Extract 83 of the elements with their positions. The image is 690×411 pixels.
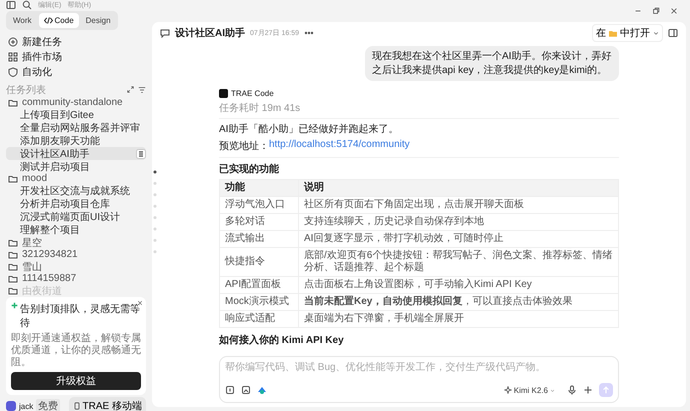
folder-item[interactable]: mood	[6, 173, 146, 184]
folder-item[interactable]: 3212934821	[6, 249, 146, 260]
table-cell: Mock演示模式	[220, 294, 298, 310]
table-cell: 多轮对话	[220, 214, 298, 230]
preview-label: 预览地址：	[219, 140, 269, 153]
sparkle-icon	[11, 302, 18, 309]
model-selector[interactable]: Kimi K2.6	[498, 384, 561, 396]
mobile-app-button[interactable]: TRAE 移动端	[68, 397, 146, 411]
table-cell: 快捷指令	[220, 248, 298, 276]
task-item[interactable]: 全量启动网站服务器并评审	[6, 121, 146, 134]
table-header: 说明	[298, 180, 618, 196]
plus-circle-icon	[8, 36, 18, 46]
section-title: 任务列表	[6, 84, 46, 97]
chat-title: 设计社区AI助手	[175, 26, 245, 40]
folder-item[interactable]: 星空	[6, 236, 146, 249]
sparkle-icon	[504, 386, 512, 394]
task-item[interactable]: 测试并启动项目	[6, 160, 146, 173]
table-cell: 支持连续聊天，历史记录自动保存到本地	[298, 214, 618, 230]
filter-icon	[138, 86, 146, 94]
plan-badge: 免费	[36, 399, 60, 411]
promo-title: 告别封顶排队，灵感无需等待	[20, 302, 141, 330]
task-item[interactable]: 分析并启动项目仓库	[6, 197, 146, 210]
table-cell: 当前未配置Key，自动使用模拟回复，可以直接点击体验效果	[298, 294, 618, 310]
chat-icon	[160, 28, 170, 38]
nav-item[interactable]: 自动化	[6, 64, 146, 79]
close-icon	[670, 7, 678, 15]
folder-item[interactable]: community-standalone	[6, 97, 146, 108]
table-header: 功能	[220, 180, 298, 196]
panel-icon	[668, 28, 678, 38]
folder-icon	[8, 174, 18, 184]
folder-icon	[8, 98, 18, 108]
shield-icon	[8, 66, 18, 76]
table-cell: 底部/欢迎页有6个快捷按钮：帮我写帖子、润色文案、推荐标签、情绪分析、话题推荐、起个标题	[298, 248, 618, 276]
task-item[interactable]: 上传项目到Gitee	[6, 108, 146, 121]
arrow-up-icon	[602, 386, 610, 394]
nav-item[interactable]: 新建任务	[6, 34, 146, 49]
upgrade-button[interactable]: 升级权益	[11, 372, 141, 390]
table-cell: 浮动气泡入口	[220, 196, 298, 214]
agent-logo-icon	[219, 89, 228, 98]
promo-text: 即刻开通速通权益，解锁专属优质通道，让你的灵感畅通无阻。	[11, 333, 141, 369]
folder-item[interactable]: 1114159887	[6, 273, 146, 284]
table-cell: 流式输出	[220, 230, 298, 248]
task-item[interactable]: 设计社区AI助手	[6, 147, 146, 160]
folder-icon	[609, 30, 617, 36]
table-cell: 点击面板右上角设置图标，可手动输入Kimi API Key	[298, 276, 618, 294]
table-cell: API配置面板	[220, 276, 298, 294]
search-icon	[22, 0, 32, 10]
grid-icon	[8, 52, 18, 62]
table-cell: AI回复逐字显示，带打字机动效，可随时停止	[298, 230, 618, 248]
open-in-button[interactable]: 在 中打开	[592, 24, 663, 42]
code-icon	[44, 17, 53, 24]
restore-icon	[652, 7, 660, 15]
task-item[interactable]: 添加朋友聊天功能	[6, 134, 146, 147]
table-cell: 响应式适配	[220, 310, 298, 328]
microphone-icon	[567, 385, 577, 395]
agent-name: TRAE Code	[231, 89, 274, 98]
summary-text: AI助手「酷小助」已经做好并跑起来了。	[219, 122, 400, 136]
attach-icon	[225, 385, 235, 395]
chevron-down-icon	[653, 30, 659, 36]
task-item[interactable]: 理解整个项目	[6, 223, 146, 236]
task-item[interactable]: 沉浸式前端页面UI设计	[6, 210, 146, 223]
preview-link[interactable]: http://localhost:5174/community	[269, 139, 410, 153]
sidebar-toggle-icon	[6, 0, 16, 10]
list-icon	[136, 148, 146, 158]
expand-icon	[127, 86, 134, 93]
close-icon	[137, 300, 143, 306]
avatar-icon	[6, 401, 16, 411]
user-message: 现在我想在这个社区里弄一个AI助手。你来设计，弄好之后让我来提供api key，注意我提供的key是kimi的。	[365, 46, 619, 81]
plus-icon	[583, 385, 593, 395]
mode-tab[interactable]: Work	[8, 13, 37, 28]
section-heading: 已实现的功能	[219, 162, 280, 176]
section-heading: 如何接入你的 Kimi API Key	[219, 334, 345, 347]
phone-icon	[72, 402, 81, 410]
nav-item[interactable]: 插件市场	[6, 49, 146, 64]
mode-tab[interactable]: Design	[80, 13, 116, 28]
table-cell: 社区所有页面右下角固定出现，点击展开聊天面板	[298, 196, 618, 214]
mode-tab[interactable]: Code	[38, 13, 79, 28]
folder-item[interactable]: 雪山	[6, 260, 146, 273]
image-icon	[241, 385, 251, 395]
table-cell: 桌面端为右下弹窗，手机端全屏展开	[298, 310, 618, 328]
logo-icon[interactable]	[257, 385, 267, 395]
task-item[interactable]: 开发社区交流与成就系统	[6, 184, 146, 197]
user-name: jack	[19, 402, 34, 410]
